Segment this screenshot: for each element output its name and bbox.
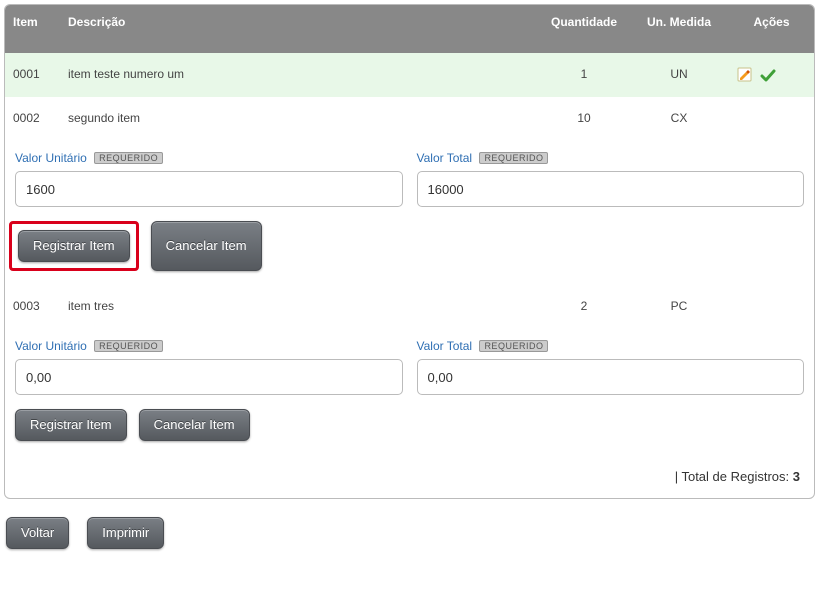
cell-acoes [729,285,814,327]
label-valor-total: Valor Total [417,145,473,171]
imprimir-button[interactable]: Imprimir [87,517,164,549]
badge-requerido: REQUERIDO [479,340,548,352]
items-panel: Item Descrição Quantidade Un. Medida Açõ… [4,4,815,499]
col-descricao: Descrição [60,5,539,53]
col-quantidade: Quantidade [539,5,629,53]
cell-acoes [729,53,814,97]
input-valor-unitario[interactable] [15,359,403,395]
cell-item: 0002 [5,97,60,139]
cell-descricao: item tres [60,285,539,327]
table-row: 0003 item tres 2 PC [5,285,814,327]
label-valor-unitario: Valor Unitário [15,333,87,359]
col-un-medida: Un. Medida [629,5,729,53]
edit-icon[interactable] [737,67,753,83]
cell-un-medida: PC [629,285,729,327]
badge-requerido: REQUERIDO [479,152,548,164]
input-valor-unitario[interactable] [15,171,403,207]
registrar-item-button[interactable]: Registrar Item [15,409,127,441]
cell-quantidade: 2 [539,285,629,327]
cell-item: 0001 [5,53,60,97]
registrar-item-button[interactable]: Registrar Item [18,230,130,262]
cell-acoes [729,97,814,139]
cell-item: 0003 [5,285,60,327]
col-item: Item [5,5,60,53]
cell-quantidade: 1 [539,53,629,97]
total-registros-label: Total de Registros: [681,469,789,484]
table-row: 0001 item teste numero um 1 UN [5,53,814,97]
cell-un-medida: CX [629,97,729,139]
label-valor-unitario: Valor Unitário [15,145,87,171]
cancelar-item-button[interactable]: Cancelar Item [151,221,262,271]
table-row: 0002 segundo item 10 CX [5,97,814,139]
cell-descricao: item teste numero um [60,53,539,97]
form-row: Valor Unitário REQUERIDO Valor Total REQ… [5,139,814,285]
cell-quantidade: 10 [539,97,629,139]
footer-total: | Total de Registros: 3 [5,455,814,498]
cancelar-item-button[interactable]: Cancelar Item [139,409,250,441]
badge-requerido: REQUERIDO [94,340,163,352]
input-valor-total[interactable] [417,171,805,207]
col-acoes: Ações [729,5,814,53]
check-icon[interactable] [760,67,776,83]
bottom-buttons: Voltar Imprimir [0,503,821,567]
highlight-registrar: Registrar Item [9,221,139,271]
items-table: Item Descrição Quantidade Un. Medida Açõ… [5,5,814,455]
voltar-button[interactable]: Voltar [6,517,69,549]
input-valor-total[interactable] [417,359,805,395]
badge-requerido: REQUERIDO [94,152,163,164]
cell-descricao: segundo item [60,97,539,139]
label-valor-total: Valor Total [417,333,473,359]
cell-un-medida: UN [629,53,729,97]
form-row: Valor Unitário REQUERIDO Valor Total REQ… [5,327,814,455]
total-registros-value: 3 [793,469,800,484]
